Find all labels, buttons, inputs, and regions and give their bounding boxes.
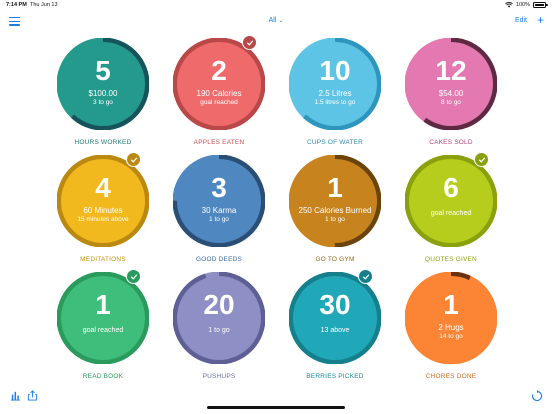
- counter-face: 6 goal reached: [409, 159, 493, 243]
- count-value: 6: [443, 172, 459, 203]
- counter-circle[interactable]: 10 2.5 Litres 1.5 litres to go: [289, 38, 381, 130]
- bar-chart-icon[interactable]: [10, 390, 21, 401]
- count-value: 1: [95, 289, 111, 320]
- counter-circle[interactable]: 12 $54.00 8 to go: [405, 38, 497, 130]
- count-status: 14 to go: [439, 333, 463, 340]
- count-value: 5: [95, 55, 111, 86]
- counter-tile[interactable]: 1 2 Hugs 14 to go CHORES DONE: [401, 272, 501, 392]
- checkmark-icon: [474, 152, 489, 167]
- counter-circle[interactable]: 3 30 Karma 1 to go: [173, 155, 265, 247]
- counter-tile[interactable]: 20 1 to go PUSHUPS: [169, 272, 269, 392]
- counter-face: 3 30 Karma 1 to go: [177, 159, 261, 243]
- checkmark-icon: [126, 269, 141, 284]
- home-indicator: [207, 406, 345, 409]
- checkmark-icon: [242, 35, 257, 50]
- count-status: 1 to go: [325, 216, 345, 223]
- counter-tile[interactable]: 5 $100.00 3 to go HOURS WORKED: [53, 38, 153, 158]
- counter-face: 1 250 Calories Burned 1 to go: [293, 159, 377, 243]
- counter-face: 4 60 Minutes 15 minutes above: [61, 159, 145, 243]
- count-status: 1.5 litres to go: [314, 99, 356, 106]
- counter-face: 20 1 to go: [177, 276, 261, 360]
- count-value: 10: [319, 55, 351, 86]
- refresh-icon[interactable]: [531, 390, 543, 402]
- counter-label: MEDITATIONS: [80, 256, 126, 263]
- count-status: 3 to go: [93, 99, 113, 106]
- count-value: 4: [95, 172, 111, 203]
- count-amount: $100.00: [88, 89, 118, 98]
- counter-label: CHORES DONE: [425, 373, 477, 380]
- count-status: 15 minutes above: [77, 216, 129, 223]
- count-status: 13 above: [320, 327, 350, 334]
- count-value: 20: [203, 289, 235, 320]
- checkmark-icon: [358, 269, 373, 284]
- counter-circle[interactable]: 30 13 above: [289, 272, 381, 364]
- counter-label: BERRIES PICKED: [306, 373, 364, 380]
- count-status: goal reached: [200, 99, 238, 106]
- counter-label: QUOTES GIVEN: [425, 256, 477, 263]
- count-value: 2: [211, 55, 227, 86]
- counter-label: PUSHUPS: [202, 373, 236, 380]
- counter-tile[interactable]: 30 13 above BERRIES PICKED: [285, 269, 385, 392]
- counter-circle[interactable]: 1 goal reached: [57, 272, 149, 364]
- counter-circle[interactable]: 4 60 Minutes 15 minutes above: [57, 155, 149, 247]
- count-value: 30: [319, 289, 351, 320]
- counter-face: 10 2.5 Litres 1.5 litres to go: [293, 42, 377, 126]
- counter-label: GOOD DEEDS: [195, 256, 243, 263]
- count-amount: 2.5 Litres: [318, 89, 352, 98]
- count-amount: 190 Calories: [196, 89, 242, 98]
- checkmark-icon: [126, 152, 141, 167]
- count-value: 1: [443, 289, 459, 320]
- counter-circle[interactable]: 1 250 Calories Burned 1 to go: [289, 155, 381, 247]
- counter-tile[interactable]: 3 30 Karma 1 to go GOOD DEEDS: [169, 155, 269, 275]
- count-amount: $54.00: [438, 89, 464, 98]
- share-icon[interactable]: [27, 390, 38, 401]
- count-amount: 2 Hugs: [438, 323, 464, 332]
- counter-label: CUPS OF WATER: [306, 139, 364, 146]
- counter-circle[interactable]: 5 $100.00 3 to go: [57, 38, 149, 130]
- counter-face: 2 190 Calories goal reached: [177, 42, 261, 126]
- counter-face: 30 13 above: [293, 276, 377, 360]
- counter-tile[interactable]: 6 goal reached QUOTES GIVEN: [401, 152, 501, 275]
- count-value: 1: [327, 172, 343, 203]
- count-status: goal reached: [430, 210, 472, 217]
- counter-tile[interactable]: 4 60 Minutes 15 minutes above MEDITATIONS: [53, 152, 153, 275]
- counter-face: 5 $100.00 3 to go: [61, 42, 145, 126]
- counter-circle[interactable]: 20 1 to go: [173, 272, 265, 364]
- count-value: 3: [211, 172, 227, 203]
- counter-circle[interactable]: 6 goal reached: [405, 155, 497, 247]
- counter-label: READ BOOK: [82, 373, 124, 380]
- counter-tile[interactable]: 1 goal reached READ BOOK: [53, 269, 153, 392]
- counter-tile[interactable]: 10 2.5 Litres 1.5 litres to go CUPS OF WATE…: [285, 38, 385, 158]
- counter-label: CAKES SOLD: [429, 139, 473, 146]
- bottom-toolbar: [10, 390, 38, 401]
- count-value: 12: [435, 55, 467, 86]
- counter-circle[interactable]: 1 2 Hugs 14 to go: [405, 272, 497, 364]
- counter-circle[interactable]: 2 190 Calories goal reached: [173, 38, 265, 130]
- count-amount: 60 Minutes: [83, 206, 123, 215]
- counter-face: 1 goal reached: [61, 276, 145, 360]
- counter-grid: 5 $100.00 3 to go HOURS WORKED 2 190 Calories…: [0, 0, 552, 414]
- counter-tile[interactable]: 2 190 Calories goal reached APPLES EATEN: [169, 35, 269, 158]
- counter-label: GO TO GYM: [315, 256, 355, 263]
- counter-face: 1 2 Hugs 14 to go: [409, 276, 493, 360]
- count-status: goal reached: [82, 327, 124, 334]
- count-status: 8 to go: [441, 99, 461, 106]
- counter-label: APPLES EATEN: [193, 139, 245, 146]
- counter-face: 12 $54.00 8 to go: [409, 42, 493, 126]
- counter-label: HOURS WORKED: [74, 139, 132, 146]
- counter-tile[interactable]: 12 $54.00 8 to go CAKES SOLD: [401, 38, 501, 158]
- count-status: 1 to go: [208, 327, 230, 334]
- count-amount: 250 Calories Burned: [298, 206, 372, 215]
- count-status: 1 to go: [209, 216, 229, 223]
- count-amount: 30 Karma: [201, 206, 237, 215]
- counter-tile[interactable]: 1 250 Calories Burned 1 to go GO TO GYM: [285, 155, 385, 275]
